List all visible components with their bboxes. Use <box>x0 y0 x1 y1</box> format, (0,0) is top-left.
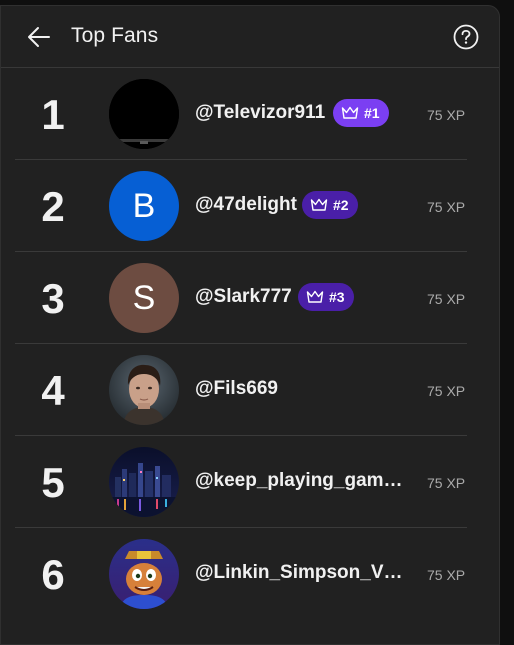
xp-value: 75 XP <box>427 475 466 491</box>
fan-username[interactable]: @Fils669 <box>195 377 278 401</box>
list-item[interactable]: 2 B @47delight #2 75 XP <box>15 160 467 252</box>
rank-badge: #3 <box>298 283 354 311</box>
rank-number: 2 <box>41 183 65 230</box>
rank-number: 6 <box>41 551 65 598</box>
crown-icon <box>310 198 328 211</box>
badge-label: #2 <box>333 197 349 213</box>
rank-badge: #1 <box>333 99 389 127</box>
badge-label: #3 <box>329 289 345 305</box>
fan-username[interactable]: @Linkin_Simpson_V2… <box>195 561 409 585</box>
rank-number: 1 <box>41 91 65 138</box>
crown-icon <box>306 290 324 303</box>
list-item[interactable]: 4 @Fils669 75 XP <box>15 344 467 436</box>
character-avatar-image <box>109 539 179 609</box>
city-avatar-image <box>109 447 179 517</box>
page-title: Top Fans <box>71 24 159 47</box>
list-item[interactable]: 5 @keep_playing_game… 75 XP <box>15 436 467 528</box>
panel-header: Top Fans <box>1 6 499 68</box>
rank-badge: #2 <box>302 191 358 219</box>
back-button[interactable] <box>25 23 53 51</box>
tv-avatar-image <box>109 79 179 149</box>
crown-icon <box>341 106 359 119</box>
arrow-left-icon <box>28 27 50 47</box>
avatar[interactable] <box>109 447 179 517</box>
xp-value: 75 XP <box>427 291 466 307</box>
fan-username[interactable]: @keep_playing_game… <box>195 469 409 493</box>
badge-label: #1 <box>364 105 380 121</box>
xp-value: 75 XP <box>427 107 466 123</box>
top-fans-panel: Top Fans 1 @Televizor911 #1 75 XP 2 B @4… <box>0 5 500 645</box>
xp-value: 75 XP <box>427 383 466 399</box>
help-icon <box>453 24 479 50</box>
avatar-letter: S <box>132 278 156 317</box>
list-item[interactable]: 6 @Linkin_Simpson_V2… 75 XP <box>15 528 467 620</box>
rank-number: 4 <box>41 367 65 414</box>
avatar[interactable]: B <box>109 171 179 241</box>
avatar[interactable] <box>109 79 179 149</box>
avatar[interactable] <box>109 539 179 609</box>
avatar[interactable] <box>109 355 179 425</box>
rank-number: 3 <box>41 275 65 322</box>
avatar-letter: B <box>132 186 156 225</box>
fan-username[interactable]: @Televizor911 <box>195 101 325 125</box>
help-button[interactable] <box>453 24 479 50</box>
list-item[interactable]: 3 S @Slark777 #3 75 XP <box>15 252 467 344</box>
xp-value: 75 XP <box>427 199 466 215</box>
portrait-avatar-image <box>109 355 179 425</box>
avatar[interactable]: S <box>109 263 179 333</box>
list-item[interactable]: 1 @Televizor911 #1 75 XP <box>15 68 467 160</box>
xp-value: 75 XP <box>427 567 466 583</box>
fan-username[interactable]: @Slark777 <box>195 285 292 309</box>
rank-number: 5 <box>41 459 65 506</box>
fan-username[interactable]: @47delight <box>195 193 297 217</box>
